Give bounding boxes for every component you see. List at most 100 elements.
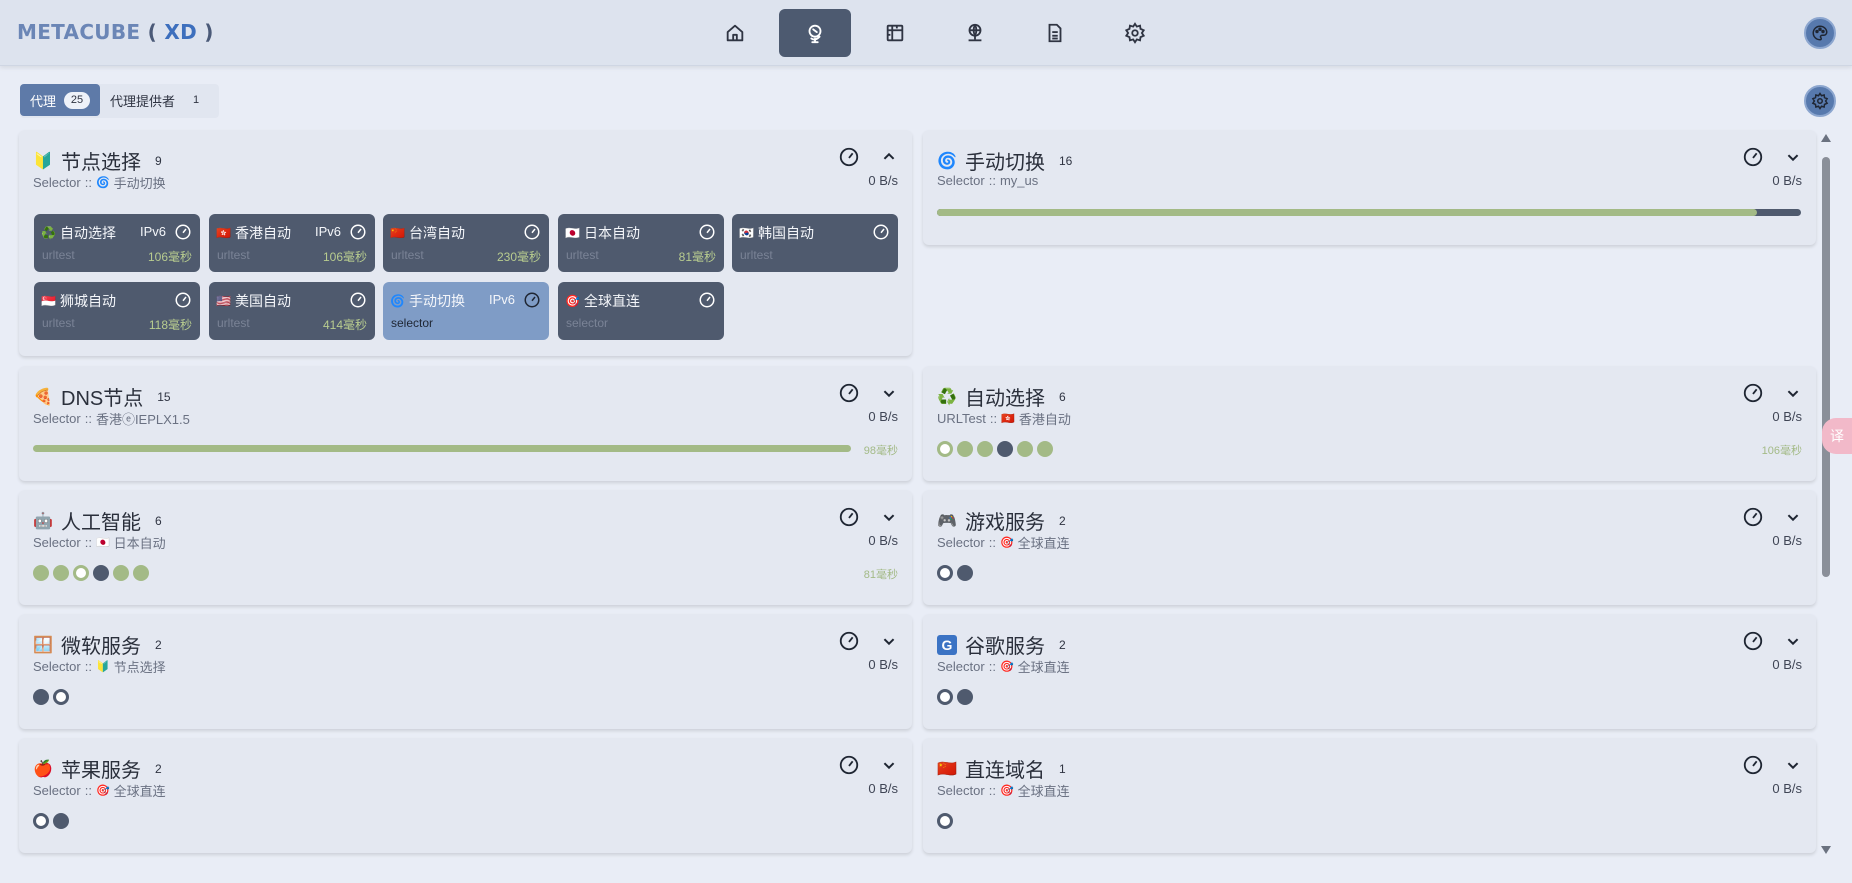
chevron-down-icon[interactable] bbox=[1782, 630, 1804, 652]
proxy-dot[interactable] bbox=[937, 565, 953, 581]
nav-tab-proxies[interactable] bbox=[779, 9, 851, 57]
proxy-tile-selected[interactable]: 🌀 手动切换 IPv6 selector bbox=[383, 282, 549, 340]
group-speed: 0 B/s bbox=[1772, 409, 1802, 424]
latency-value: 98毫秒 bbox=[863, 445, 898, 457]
chevron-up-icon[interactable] bbox=[878, 146, 900, 168]
proxy-group-card[interactable]: 🍕 DNS节点 15 Selector :: 香港ⓔIEPLX1.5 0 B/s… bbox=[19, 366, 912, 481]
latency-bar-fill bbox=[937, 209, 1757, 216]
proxy-group-card[interactable]: ♻️ 自动选择 6 URLTest :: 🇭🇰 香港自动 0 B/s 106毫秒 bbox=[923, 366, 1816, 481]
speed-test-icon[interactable] bbox=[349, 291, 367, 309]
nav-tab-config[interactable] bbox=[1099, 9, 1171, 57]
speed-test-icon[interactable] bbox=[838, 630, 860, 652]
proxy-dot[interactable] bbox=[73, 565, 89, 581]
proxy-dot[interactable] bbox=[957, 441, 973, 457]
speed-test-icon[interactable] bbox=[349, 223, 367, 241]
proxy-tile[interactable]: 🇨🇳 台湾自动 urltest 230毫秒 bbox=[383, 214, 549, 272]
proxy-dot[interactable] bbox=[53, 689, 69, 705]
proxy-group-card[interactable]: 🪟 微软服务 2 Selector :: 🔰 节点选择 0 B/s bbox=[19, 614, 912, 729]
scroll-thumb[interactable] bbox=[1822, 157, 1830, 577]
proxy-dot[interactable] bbox=[997, 441, 1013, 457]
proxy-settings-button[interactable] bbox=[1804, 85, 1836, 117]
chevron-down-icon[interactable] bbox=[878, 754, 900, 776]
group-title: 自动选择 bbox=[965, 388, 1045, 410]
speed-test-icon[interactable] bbox=[698, 291, 716, 309]
speed-test-icon[interactable] bbox=[523, 223, 541, 241]
proxy-group-card[interactable]: 🎮 游戏服务 2 Selector :: 🎯 全球直连 0 B/s bbox=[923, 490, 1816, 605]
speed-test-icon[interactable] bbox=[698, 223, 716, 241]
speed-test-icon[interactable] bbox=[838, 754, 860, 776]
proxy-tile[interactable]: 🇰🇷 韩国自动 urltest bbox=[732, 214, 898, 272]
proxy-group-card[interactable]: G 谷歌服务 2 Selector :: 🎯 全球直连 0 B/s bbox=[923, 614, 1816, 729]
group-icon: 🪟 bbox=[33, 636, 53, 654]
proxy-dot[interactable] bbox=[977, 441, 993, 457]
proxy-group-card[interactable]: 🍎 苹果服务 2 Selector :: 🎯 全球直连 0 B/s bbox=[19, 738, 912, 853]
speed-test-icon[interactable] bbox=[838, 382, 860, 404]
chevron-down-icon[interactable] bbox=[1782, 146, 1804, 168]
speed-test-icon[interactable] bbox=[1742, 146, 1764, 168]
chevron-down-icon[interactable] bbox=[1782, 382, 1804, 404]
group-icon: 🤖 bbox=[33, 512, 53, 530]
proxy-dot[interactable] bbox=[1017, 441, 1033, 457]
translate-float-button[interactable]: 译 bbox=[1822, 418, 1852, 454]
proxy-dot[interactable] bbox=[33, 689, 49, 705]
proxy-group-card[interactable]: 🔰 节点选择 9 Selector :: 🌀 手动切换 0 B/s ♻️ 自动选择… bbox=[19, 130, 912, 356]
proxy-dot[interactable] bbox=[937, 813, 953, 829]
group-subtitle: Selector :: 🎯 全球直连 bbox=[33, 783, 166, 799]
proxy-dot[interactable] bbox=[53, 813, 69, 829]
nav-tab-rules[interactable] bbox=[859, 9, 931, 57]
proxy-dot[interactable] bbox=[133, 565, 149, 581]
home-icon bbox=[726, 24, 744, 42]
proxy-dot[interactable] bbox=[1037, 441, 1053, 457]
nav-tab-overview[interactable] bbox=[699, 9, 771, 57]
proxy-dot[interactable] bbox=[957, 689, 973, 705]
nav-tab-connections[interactable] bbox=[939, 9, 1011, 57]
group-speed: 0 B/s bbox=[1772, 781, 1802, 796]
speed-test-icon[interactable] bbox=[1742, 506, 1764, 528]
group-subtitle: Selector :: my_us bbox=[937, 173, 1039, 188]
proxy-tile[interactable]: 🇯🇵 日本自动 urltest 81毫秒 bbox=[558, 214, 724, 272]
group-title: 微软服务 bbox=[61, 636, 141, 658]
speed-test-icon[interactable] bbox=[1742, 754, 1764, 776]
proxy-dot[interactable] bbox=[93, 565, 109, 581]
top-navbar: METACUBE ( XD ) bbox=[0, 0, 1852, 66]
proxy-tile[interactable]: 🇸🇬 狮城自动 urltest 118毫秒 bbox=[34, 282, 200, 340]
count-badge: 1 bbox=[192, 94, 200, 106]
proxy-dot[interactable] bbox=[113, 565, 129, 581]
proxy-dot[interactable] bbox=[33, 813, 49, 829]
proxy-tile[interactable]: 🎯 全球直连 selector bbox=[558, 282, 724, 340]
proxy-dot[interactable] bbox=[937, 441, 953, 457]
chevron-down-icon[interactable] bbox=[1782, 506, 1804, 528]
speed-test-icon[interactable] bbox=[1742, 382, 1764, 404]
nav-tab-logs[interactable] bbox=[1019, 9, 1091, 57]
speed-test-icon[interactable] bbox=[174, 223, 192, 241]
group-count: 2 bbox=[1059, 513, 1066, 528]
proxy-dot[interactable] bbox=[33, 565, 49, 581]
theme-button[interactable] bbox=[1804, 17, 1836, 49]
proxy-dots bbox=[937, 441, 1053, 457]
speed-test-icon[interactable] bbox=[838, 146, 860, 168]
scroll-down-arrow[interactable] bbox=[1821, 846, 1831, 854]
tab-proxies[interactable]: 代理 25 bbox=[20, 84, 101, 116]
speed-test-icon[interactable] bbox=[1742, 630, 1764, 652]
proxy-group-card[interactable]: 🌀 手动切换 16 Selector :: my_us 0 B/s bbox=[923, 130, 1816, 245]
proxy-group-card[interactable]: 🇨🇳 直连域名 1 Selector :: 🎯 全球直连 0 B/s bbox=[923, 738, 1816, 853]
chevron-down-icon[interactable] bbox=[878, 382, 900, 404]
tab-proxy-providers[interactable]: 代理提供者 1 bbox=[100, 84, 219, 116]
proxy-tile[interactable]: ♻️ 自动选择 IPv6 urltest 106毫秒 bbox=[34, 214, 200, 272]
speed-test-icon[interactable] bbox=[174, 291, 192, 309]
chevron-down-icon[interactable] bbox=[878, 506, 900, 528]
scroll-up-arrow[interactable] bbox=[1821, 134, 1831, 142]
chevron-down-icon[interactable] bbox=[1782, 754, 1804, 776]
proxy-dot[interactable] bbox=[53, 565, 69, 581]
proxy-tile[interactable]: 🇺🇸 美国自动 urltest 414毫秒 bbox=[209, 282, 375, 340]
proxy-dot[interactable] bbox=[957, 565, 973, 581]
speed-test-icon[interactable] bbox=[872, 223, 890, 241]
chevron-down-icon[interactable] bbox=[878, 630, 900, 652]
proxy-tile[interactable]: 🇭🇰 香港自动 IPv6 urltest 106毫秒 bbox=[209, 214, 375, 272]
scrollbar[interactable] bbox=[1818, 134, 1834, 859]
speed-test-icon[interactable] bbox=[838, 506, 860, 528]
group-speed: 0 B/s bbox=[868, 173, 898, 188]
proxy-group-card[interactable]: 🤖 人工智能 6 Selector :: 🇯🇵 日本自动 0 B/s 81毫秒 bbox=[19, 490, 912, 605]
proxy-dot[interactable] bbox=[937, 689, 953, 705]
speed-test-icon[interactable] bbox=[523, 291, 541, 309]
